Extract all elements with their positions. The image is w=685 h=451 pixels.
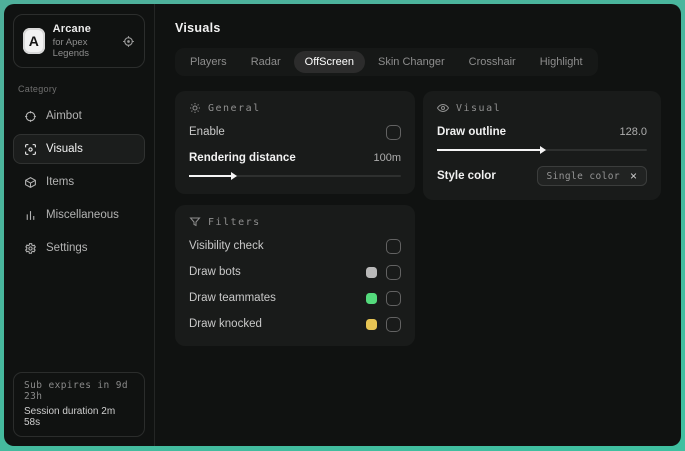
- tab-players[interactable]: Players: [179, 51, 238, 73]
- general-panel-header: General: [189, 102, 401, 114]
- tab-highlight[interactable]: Highlight: [529, 51, 594, 73]
- rendering-distance-slider[interactable]: [189, 171, 401, 180]
- draw-teammates-label: Draw teammates: [189, 292, 276, 304]
- sidebar-item-label: Aimbot: [46, 110, 82, 122]
- rendering-distance-label: Rendering distance: [189, 152, 296, 164]
- visibility-check-checkbox[interactable]: [386, 238, 401, 254]
- left-column: General Enable Rendering distance 100m F…: [175, 91, 415, 346]
- draw-knocked-color-swatch[interactable]: [366, 318, 377, 330]
- sidebar-item-label: Miscellaneous: [46, 209, 119, 221]
- sidebar-item-visuals[interactable]: Visuals: [13, 134, 145, 164]
- slider-fill: [437, 146, 546, 154]
- gear-icon: [24, 242, 37, 254]
- style-color-selected-value: Single color: [546, 170, 620, 182]
- sidebar-item-label: Visuals: [46, 143, 83, 155]
- visual-panel-title: Visual: [456, 102, 502, 114]
- tab-crosshair[interactable]: Crosshair: [458, 51, 527, 73]
- page-title: Visuals: [175, 21, 221, 35]
- sidebar-item-miscellaneous[interactable]: Miscellaneous: [13, 200, 145, 230]
- app-title-block: Arcane for Apex Legends: [53, 23, 114, 59]
- clear-icon[interactable]: ×: [630, 170, 637, 182]
- app-card: A Arcane for Apex Legends: [13, 14, 145, 68]
- draw-bots-color-swatch[interactable]: [366, 266, 377, 278]
- filters-panel: Filters Visibility check Draw bots Draw …: [175, 205, 415, 346]
- tab-bar: Players Radar OffScreen Skin Changer Cro…: [175, 48, 598, 76]
- general-panel-title: General: [208, 102, 261, 114]
- category-label: Category: [18, 84, 57, 94]
- session-duration-text: Session duration 2m 58s: [24, 406, 116, 428]
- draw-knocked-label: Draw knocked: [189, 318, 262, 330]
- sidebar-item-aimbot[interactable]: Aimbot: [13, 101, 145, 131]
- filters-panel-header: Filters: [189, 216, 401, 228]
- draw-outline-label: Draw outline: [437, 126, 507, 138]
- app-title: Arcane: [52, 23, 92, 35]
- sidebar-item-label: Items: [46, 176, 75, 188]
- tab-offscreen[interactable]: OffScreen: [293, 51, 365, 73]
- visibility-check-row: Visibility check: [189, 238, 401, 254]
- sub-expires-text: Sub expires in 9d 23h: [24, 380, 129, 402]
- draw-bots-row: Draw bots: [189, 264, 401, 280]
- sidebar-item-label: Settings: [46, 242, 88, 254]
- draw-teammates-color-swatch[interactable]: [366, 292, 377, 304]
- enable-checkbox[interactable]: [386, 124, 401, 140]
- crosshair-icon: [25, 110, 36, 122]
- right-column: Visual Draw outline 128.0 Style color Si…: [423, 91, 661, 200]
- enable-label: Enable: [189, 126, 225, 138]
- box-icon: [25, 176, 36, 188]
- subscription-box: Sub expires in 9d 23h Session duration 2…: [13, 372, 145, 437]
- main-content: Visuals Players Radar OffScreen Skin Cha…: [155, 4, 681, 446]
- style-color-row: Style color Single color ×: [437, 166, 647, 186]
- draw-teammates-row: Draw teammates: [189, 290, 401, 306]
- slider-fill: [189, 172, 238, 180]
- enable-row: Enable: [189, 124, 401, 140]
- visual-panel: Visual Draw outline 128.0 Style color Si…: [423, 91, 661, 200]
- sidebar-item-settings[interactable]: Settings: [13, 233, 145, 263]
- funnel-icon: [189, 217, 201, 227]
- app-window: A Arcane for Apex Legends Category Aimbo…: [4, 4, 681, 446]
- eye-scan-icon: [25, 143, 36, 155]
- sidebar: A Arcane for Apex Legends Category Aimbo…: [4, 4, 155, 446]
- eye-icon: [437, 103, 449, 113]
- draw-outline-row: Draw outline 128.0: [437, 124, 647, 140]
- draw-outline-slider[interactable]: [437, 145, 647, 154]
- style-color-select[interactable]: Single color ×: [536, 166, 647, 186]
- draw-bots-label: Draw bots: [189, 266, 241, 278]
- general-panel: General Enable Rendering distance 100m: [175, 91, 415, 194]
- draw-knocked-row: Draw knocked: [189, 316, 401, 332]
- rendering-distance-row: Rendering distance 100m: [189, 150, 401, 166]
- panels-row: General Enable Rendering distance 100m F…: [175, 91, 661, 346]
- app-logo: A: [23, 28, 45, 54]
- sun-icon: [190, 103, 200, 113]
- columns-icon: [26, 210, 35, 220]
- app-subtitle: for Apex Legends: [52, 37, 90, 59]
- filters-panel-title: Filters: [208, 216, 261, 228]
- visual-panel-header: Visual: [437, 102, 647, 114]
- tab-skin-changer[interactable]: Skin Changer: [367, 51, 456, 73]
- tab-radar[interactable]: Radar: [240, 51, 292, 73]
- sidebar-item-items[interactable]: Items: [13, 167, 145, 197]
- target-icon[interactable]: [122, 35, 135, 48]
- rendering-distance-value: 100m: [373, 152, 401, 164]
- visibility-check-label: Visibility check: [189, 240, 264, 252]
- draw-teammates-checkbox[interactable]: [386, 290, 401, 306]
- draw-outline-value: 128.0: [619, 126, 647, 138]
- draw-knocked-checkbox[interactable]: [386, 316, 401, 332]
- style-color-label: Style color: [437, 170, 496, 182]
- draw-bots-checkbox[interactable]: [386, 264, 401, 280]
